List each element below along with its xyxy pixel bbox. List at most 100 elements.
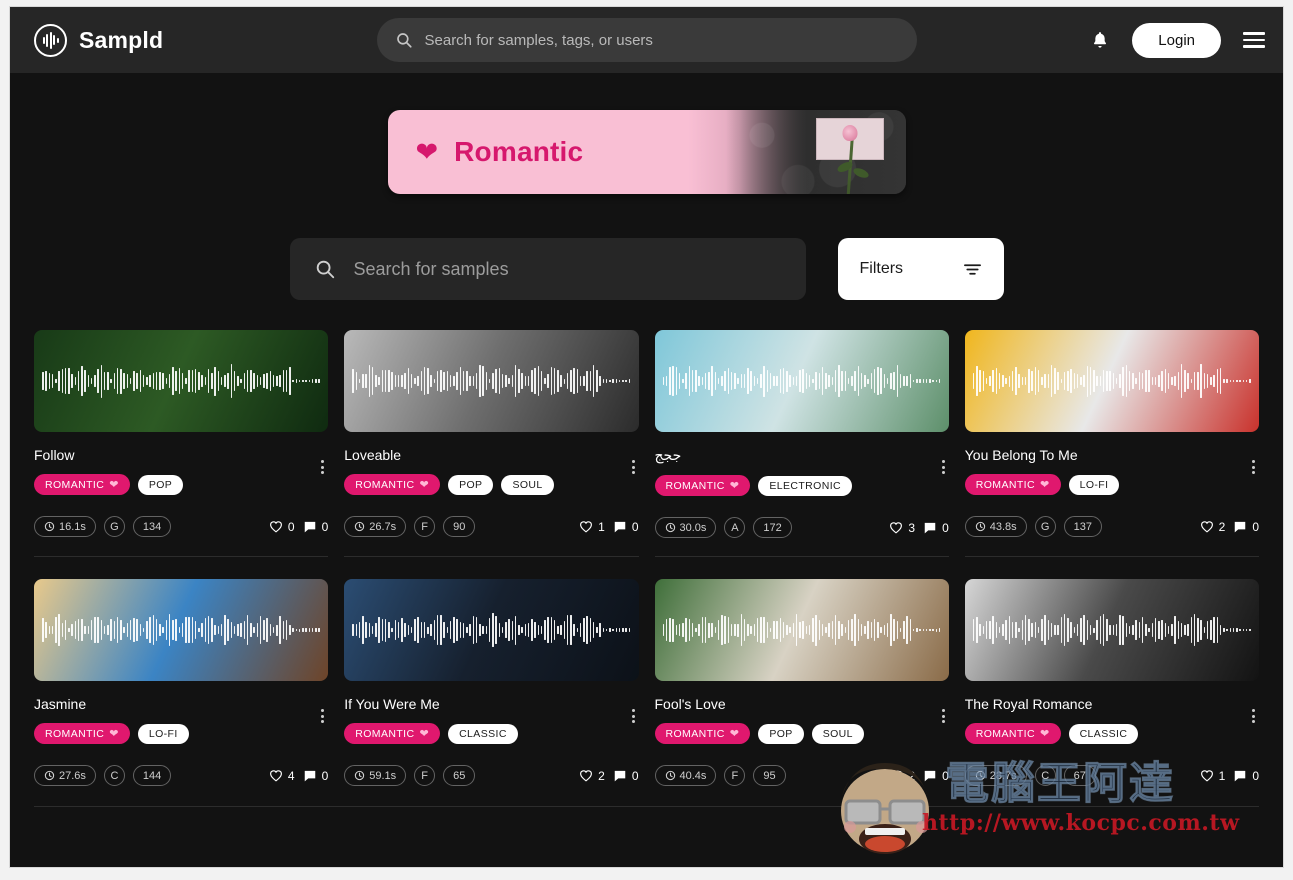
tag-genre[interactable]: CLASSIC (1068, 723, 1139, 744)
card-stats: 00 (269, 520, 328, 534)
tag-romantic[interactable]: ROMANTIC ❤ (654, 723, 751, 744)
tag-genre[interactable]: SOUL (501, 474, 554, 495)
waveform[interactable] (352, 364, 631, 398)
like-group[interactable]: 3 (889, 521, 915, 535)
like-group[interactable]: 2 (579, 769, 605, 783)
card-more-options-icon[interactable] (631, 460, 635, 474)
card-more-options-icon[interactable] (1252, 460, 1255, 474)
tag-romantic[interactable]: ROMANTIC ❤ (964, 723, 1061, 744)
sample-artwork[interactable] (654, 330, 949, 432)
sample-artwork[interactable] (964, 330, 1259, 432)
like-group[interactable]: 4 (269, 769, 295, 783)
tag-romantic[interactable]: ROMANTIC ❤ (34, 723, 130, 744)
comment-count: 0 (942, 768, 949, 783)
sample-card[interactable]: Fool's Love ROMANTIC ❤ POP SOUL 40.4s F 95 2 0 (654, 556, 949, 804)
tag-genre[interactable]: ELECTRONIC (758, 475, 853, 496)
comment-group[interactable]: 0 (923, 521, 949, 535)
tag-romantic[interactable]: ROMANTIC ❤ (344, 474, 441, 495)
comment-group[interactable]: 0 (613, 769, 639, 783)
sample-artwork[interactable] (654, 579, 949, 681)
tag-label: CLASSIC (1079, 727, 1128, 740)
tag-genre[interactable]: POP (758, 723, 804, 744)
comment-icon (304, 770, 315, 782)
card-stats: 20 (1200, 520, 1259, 534)
sample-title: Follow (34, 447, 75, 463)
card-more-options-icon[interactable] (941, 460, 945, 474)
card-more-options-icon[interactable] (631, 709, 635, 723)
sample-card[interactable]: If You Were Me ROMANTIC ❤ CLASSIC 59.1s F 65 2 0 (344, 556, 639, 804)
musical-key-chip: C (1034, 765, 1056, 786)
like-group[interactable]: 1 (1200, 769, 1225, 783)
comment-group[interactable]: 0 (923, 769, 949, 783)
like-count: 2 (908, 768, 916, 783)
brand-logo-group[interactable]: Sampld (34, 23, 163, 57)
tag-romantic[interactable]: ROMANTIC ❤ (344, 723, 441, 744)
comment-group[interactable]: 0 (303, 520, 328, 534)
waveform[interactable] (352, 613, 631, 647)
filters-button[interactable]: Filters (837, 238, 1004, 300)
sample-card[interactable]: Loveable ROMANTIC ❤ POP SOUL 26.7s F 90 1 0 (344, 330, 639, 556)
heart-icon (890, 522, 903, 534)
card-meta-row: 59.1s F 65 2 0 (344, 765, 639, 786)
tag-genre[interactable]: POP (448, 474, 494, 495)
tag-genre[interactable]: POP (137, 474, 184, 495)
comment-count: 0 (1252, 768, 1259, 783)
card-more-options-icon[interactable] (321, 709, 325, 723)
heart-icon: ❤ (419, 479, 430, 491)
sample-attributes: 40.4s F 95 (654, 765, 786, 786)
heart-icon (1200, 521, 1213, 533)
clock-icon (44, 770, 55, 781)
duration-value: 40.4s (679, 769, 707, 782)
sample-artwork[interactable] (964, 579, 1259, 681)
sample-card[interactable]: ججج ROMANTIC ❤ ELECTRONIC 30.0s A 172 3 0 (654, 330, 949, 556)
like-group[interactable]: 2 (1200, 520, 1225, 534)
sample-card[interactable]: You Belong To Me ROMANTIC ❤ LO-FI 43.8s G 137 2… (964, 330, 1259, 556)
sample-card[interactable]: The Royal Romance ROMANTIC ❤ CLASSIC 28.7s C 6… (964, 556, 1259, 804)
comment-count: 0 (631, 768, 639, 783)
tag-label: ROMANTIC (355, 727, 415, 740)
comment-group[interactable]: 0 (303, 769, 328, 783)
rose-head (842, 125, 857, 141)
comment-group[interactable]: 0 (1233, 769, 1259, 783)
tag-genre[interactable]: CLASSIC (448, 723, 518, 744)
bell-icon[interactable] (1090, 29, 1110, 51)
card-more-options-icon[interactable] (321, 460, 325, 474)
sample-card[interactable]: Follow ROMANTIC ❤ POP 16.1s G 134 0 0 (34, 330, 329, 556)
sample-artwork[interactable] (344, 579, 639, 681)
tag-romantic[interactable]: ROMANTIC ❤ (654, 475, 751, 496)
comment-group[interactable]: 0 (613, 520, 639, 534)
like-group[interactable]: 0 (269, 520, 295, 534)
waveform[interactable] (972, 613, 1251, 647)
tag-genre[interactable]: SOUL (811, 723, 864, 744)
sample-title: The Royal Romance (964, 696, 1093, 712)
tag-genre[interactable]: LO-FI (1068, 474, 1120, 495)
waveform[interactable] (42, 613, 320, 647)
banner-inner: ❤ Romantic (388, 136, 584, 168)
heart-icon: ❤ (109, 728, 119, 740)
comment-group[interactable]: 0 (1233, 520, 1259, 534)
sample-artwork[interactable] (34, 579, 329, 681)
global-search-input[interactable]: Search for samples, tags, or users (376, 18, 917, 62)
bpm-chip: 137 (1063, 516, 1103, 537)
heart-icon (269, 770, 282, 782)
heart-icon (1200, 770, 1213, 782)
sample-artwork[interactable] (34, 330, 329, 432)
tag-romantic[interactable]: ROMANTIC ❤ (964, 474, 1061, 495)
hamburger-menu-icon[interactable] (1243, 32, 1265, 48)
waveform[interactable] (42, 364, 320, 398)
like-group[interactable]: 2 (889, 769, 915, 783)
clock-icon (665, 522, 675, 533)
sample-artwork[interactable] (344, 330, 639, 432)
waveform[interactable] (662, 364, 941, 398)
tag-genre[interactable]: LO-FI (137, 723, 189, 744)
card-more-options-icon[interactable] (941, 709, 945, 723)
sample-card[interactable]: Jasmine ROMANTIC ❤ LO-FI 27.6s C 144 4 0 (34, 556, 329, 804)
sample-search-input[interactable]: Search for samples (289, 238, 806, 300)
waveform[interactable] (972, 364, 1251, 398)
waveform[interactable] (662, 613, 941, 647)
card-more-options-icon[interactable] (1252, 709, 1255, 723)
musical-key-chip: F (724, 765, 746, 786)
tag-romantic[interactable]: ROMANTIC ❤ (34, 474, 130, 495)
login-button[interactable]: Login (1132, 22, 1221, 58)
like-group[interactable]: 1 (579, 520, 605, 534)
